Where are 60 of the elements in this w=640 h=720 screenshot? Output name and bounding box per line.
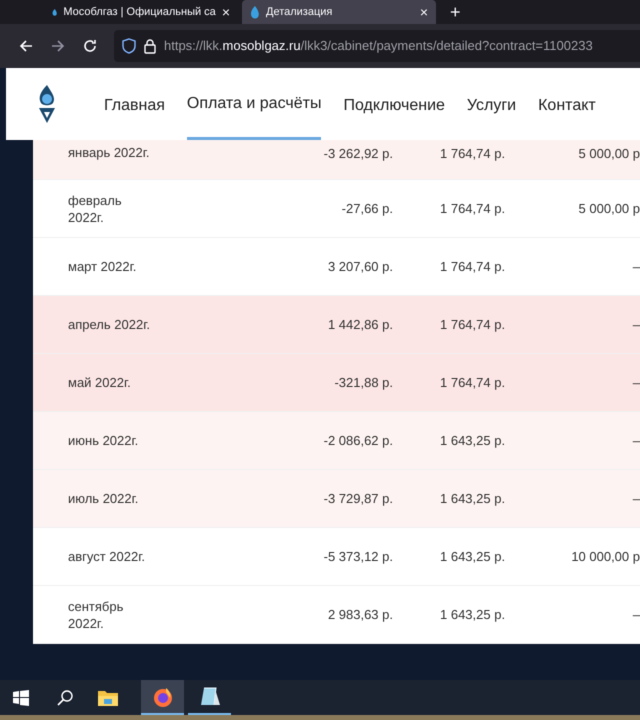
table-cell-text: 2 983,63 р. (326, 606, 394, 624)
table-cell-text: 1 764,74 р. (439, 145, 506, 163)
table-cell-text: 1 764,74 р. (439, 258, 506, 276)
table-cell-text: -321,88 р. (333, 374, 394, 392)
close-icon[interactable]: × (420, 5, 428, 19)
taskbar-browser-button[interactable] (141, 680, 184, 715)
back-icon[interactable] (18, 38, 34, 54)
flame-logo-icon[interactable] (36, 84, 58, 124)
table-cell-text: август 2022г. (67, 548, 146, 565)
table-cell-text: май 2022г. (67, 374, 132, 391)
table-cell-text: июнь 2022г. (67, 432, 140, 449)
reload-icon[interactable] (82, 38, 98, 54)
forward-icon[interactable] (50, 38, 66, 54)
table-cell-text: 1 643,25 р. (439, 432, 506, 450)
search-icon[interactable] (56, 688, 74, 706)
address-bar[interactable]: https://lkk.mosoblgaz.ru/lkk3/cabinet/payments/detailed?contract=1100233 (114, 30, 640, 62)
close-icon[interactable]: × (222, 5, 230, 19)
folder-icon[interactable] (97, 688, 119, 706)
table-cell-text: – (632, 432, 640, 450)
lock-icon (144, 38, 156, 54)
table-cell-text: 1 442,86 р. (326, 316, 394, 334)
table-cell-text: 1 643,25 р. (439, 548, 506, 566)
table-cell-text: – (632, 258, 640, 276)
table-cell-text: январь 2022г. (67, 144, 151, 161)
shield-icon (122, 38, 136, 54)
table-cell-text: 5 000,00 р (578, 200, 640, 218)
url-text: https://lkk.mosoblgaz.ru/lkk3/cabinet/payments/detailed?contract=1100233 (164, 37, 593, 56)
table-cell-text: 1 764,74 р. (439, 316, 506, 334)
flame-favicon-icon (250, 6, 260, 18)
table-cell-text: сентябрь 2022г. (67, 598, 124, 632)
nav-link[interactable]: Главная (104, 68, 165, 140)
table-cell-text: 1 764,74 р. (439, 374, 506, 392)
table-cell-text: -27,66 р. (340, 200, 394, 218)
table-cell-text: 5 000,00 р (578, 145, 640, 163)
table-cell-text: март 2022г. (67, 258, 138, 275)
browser-tab[interactable]: Детализация × (242, 0, 436, 24)
table-cell-text: 1 764,74 р. (439, 200, 506, 218)
browser-tab[interactable]: Мособлгаз | Официальный са × (44, 0, 238, 24)
table-cell-text: июль 2022г. (67, 490, 140, 507)
table-cell-text: 1 643,25 р. (439, 606, 506, 624)
table-cell-text: -3 729,87 р. (322, 490, 394, 508)
table-cell-text: 10 000,00 р (570, 548, 640, 566)
table-cell-text: – (632, 316, 640, 334)
table-cell-text: 1 643,25 р. (439, 490, 506, 508)
table-cell-text: – (632, 490, 640, 508)
windows-start-icon[interactable] (13, 690, 29, 706)
new-tab-button[interactable]: + (450, 0, 461, 26)
table-cell-text: апрель 2022г. (67, 316, 151, 333)
table-cell-text: – (632, 606, 640, 624)
nav-link[interactable]: Услуги (466, 68, 516, 140)
table-cell-text: -2 086,62 р. (322, 432, 394, 450)
table-cell-text: – (632, 374, 640, 392)
table-cell-text: 3 207,60 р. (326, 258, 394, 276)
table-cell-text: -5 373,12 р. (322, 548, 394, 566)
nav-link[interactable]: Контакт (538, 68, 596, 140)
fox-globe-icon (152, 686, 174, 708)
table-cell-text: февраль 2022г. (67, 192, 123, 226)
notepad-icon (198, 686, 220, 706)
table-cell-text: -3 262,92 р. (322, 145, 394, 163)
nav-link[interactable]: Подключение (343, 68, 445, 140)
